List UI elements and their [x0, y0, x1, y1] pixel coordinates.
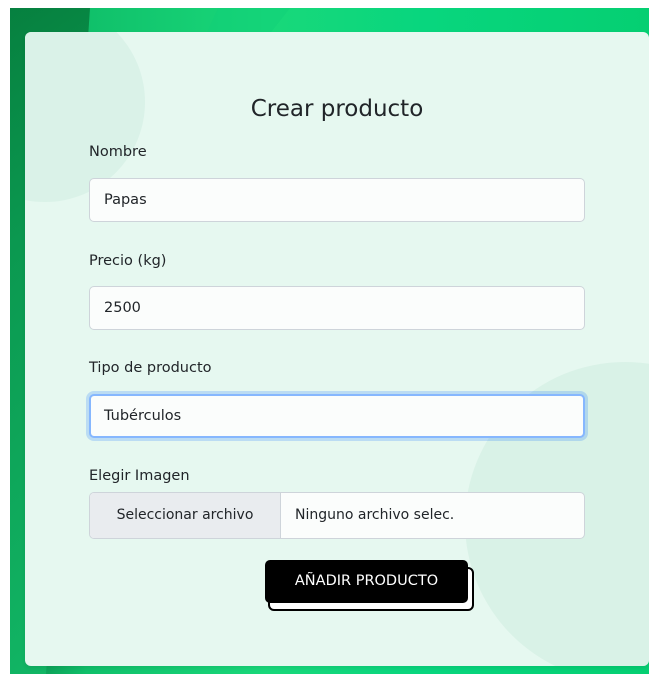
image-file-input[interactable]: Seleccionar archivo Ninguno archivo sele…	[89, 492, 585, 539]
file-name-text: Ninguno archivo selec.	[295, 507, 455, 523]
price-label: Precio (kg)	[89, 253, 167, 269]
name-label: Nombre	[89, 144, 147, 160]
product-type-label: Tipo de producto	[89, 360, 212, 376]
form-title: Crear producto	[250, 96, 424, 122]
add-product-button[interactable]: AÑADIR PRODUCTO	[265, 560, 468, 603]
price-input[interactable]: 2500	[89, 286, 585, 330]
name-input[interactable]: Papas	[89, 178, 585, 222]
choose-file-button[interactable]: Seleccionar archivo	[90, 493, 281, 538]
create-product-card: Crear producto Nombre Papas Precio (kg) …	[25, 32, 649, 666]
product-type-input[interactable]: Tubérculos	[89, 394, 585, 438]
image-label: Elegir Imagen	[89, 468, 190, 484]
